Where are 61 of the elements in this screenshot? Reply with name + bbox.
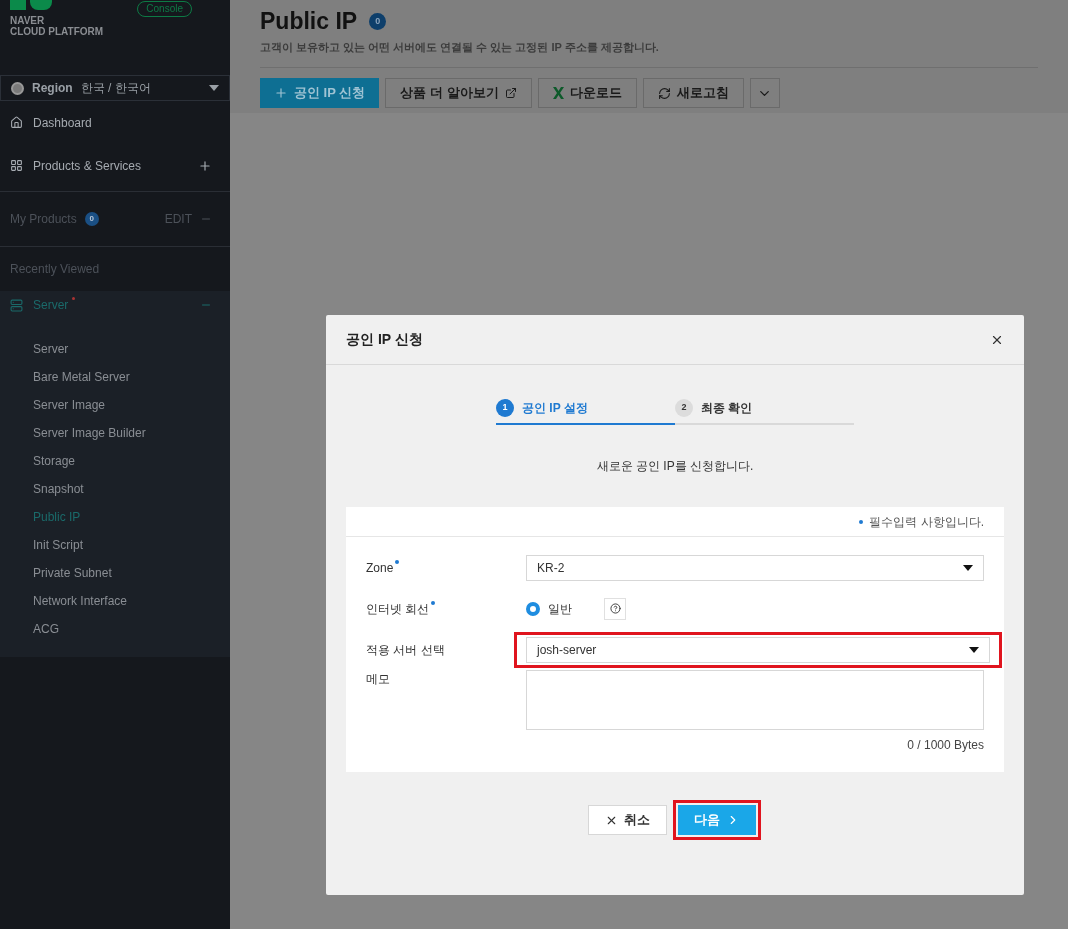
step-tab[interactable]: 1 공인 IP 설정: [496, 393, 675, 425]
logo-text: CLOUD PLATFORM: [10, 26, 104, 37]
count-badge: 0: [84, 212, 99, 226]
radio-label: 일반: [548, 600, 572, 618]
submenu-item[interactable]: Init Script: [0, 531, 230, 559]
home-icon: [10, 116, 23, 129]
intro-text: 새로운 공인 IP를 신청합니다.: [595, 458, 755, 475]
submenu-item[interactable]: Storage: [0, 447, 230, 475]
select-field[interactable]: josh-server: [526, 636, 990, 663]
submenu-item[interactable]: Server: [0, 335, 230, 363]
cancel-button[interactable]: 취소: [587, 805, 667, 835]
section-header[interactable]: Server: [0, 291, 230, 319]
submenu-item[interactable]: Network Interface: [0, 587, 230, 615]
section-label: My Products: [10, 211, 77, 228]
nav-item[interactable]: Products & Services: [0, 144, 230, 187]
toolbar-button[interactable]: 새로고침: [642, 78, 744, 108]
submenu-item[interactable]: Snapshot: [0, 475, 230, 503]
field-label: Zone: [366, 559, 394, 577]
memo-field[interactable]: [526, 670, 984, 730]
required-note: 필수입력 사항입니다.: [869, 513, 984, 531]
plus-icon: [274, 86, 288, 100]
step-tab[interactable]: 2 최종 확인: [675, 393, 854, 425]
step-number: 2: [675, 399, 693, 417]
plus-icon: [198, 158, 212, 173]
submenu-item[interactable]: Server Image: [0, 391, 230, 419]
submenu-item[interactable]: Bare Metal Server: [0, 363, 230, 391]
server-icon: [10, 298, 23, 312]
external-link-icon: [504, 87, 517, 99]
submenu-item[interactable]: ACG: [0, 615, 230, 643]
submenu-item[interactable]: Public IP: [0, 503, 230, 531]
toolbar-button[interactable]: 상품 더 알아보기: [385, 78, 532, 108]
select-field[interactable]: KR-2: [526, 554, 984, 581]
radio-button[interactable]: [526, 601, 540, 616]
logo-text: NAVER: [10, 15, 46, 26]
nav-item[interactable]: Dashboard: [0, 101, 230, 144]
page-title: Public IP: [260, 7, 358, 36]
logo-icon: [10, 0, 52, 10]
section-label: Recently Viewed: [9, 261, 101, 278]
modal-title: 공인 IP 신청: [346, 330, 423, 349]
next-button[interactable]: 다음: [677, 805, 756, 835]
submenu-item[interactable]: Server Image Builder: [0, 419, 230, 447]
count-badge: 0: [369, 12, 387, 30]
field-label: 적용 서버 선택: [366, 641, 445, 659]
submenu-item[interactable]: Private Subnet: [0, 559, 230, 587]
excel-icon: [552, 87, 564, 99]
caret-icon: [969, 646, 979, 653]
refresh-icon: [657, 86, 671, 100]
caret-icon: [963, 564, 973, 571]
help-icon: [609, 603, 621, 614]
toolbar-button[interactable]: 다운로드: [537, 78, 637, 108]
step-number: 1: [496, 399, 514, 417]
caret-icon: [209, 85, 219, 91]
flag-icon: [11, 81, 24, 95]
field-label: 인터넷 회선: [366, 600, 430, 618]
byte-counter: 0 / 1000 Bytes: [907, 737, 984, 754]
page-description: 고객이 보유하고 있는 어떤 서버에도 연결될 수 있는 고정된 IP 주소를 제공합니다.: [260, 39, 660, 55]
region-select[interactable]: Region 한국 / 한국어: [0, 75, 230, 101]
help-button[interactable]: [604, 597, 626, 620]
grid-icon: [10, 159, 23, 172]
toolbar-button[interactable]: 공인 IP 신청: [260, 78, 380, 108]
field-label: 메모: [366, 671, 390, 688]
